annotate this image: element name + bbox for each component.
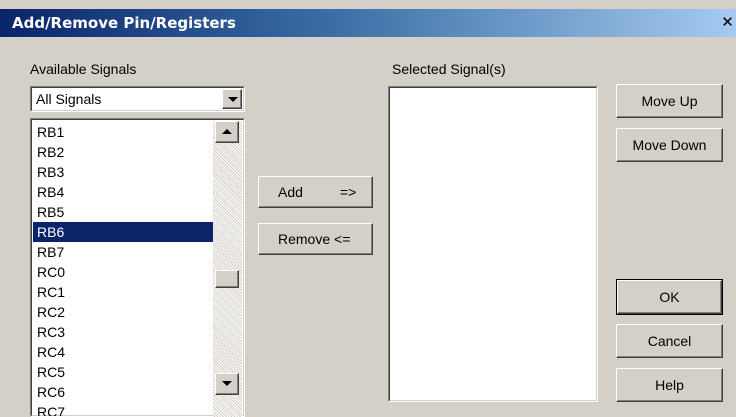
window-title: Add/Remove Pin/Registers: [12, 14, 236, 32]
list-item[interactable]: RC1: [33, 282, 219, 302]
dropdown-button[interactable]: [222, 89, 242, 109]
title-bar[interactable]: Add/Remove Pin/Registers: [0, 9, 736, 37]
cancel-button[interactable]: Cancel: [616, 324, 723, 358]
list-item[interactable]: RB1: [33, 122, 219, 142]
signal-filter-dropdown[interactable]: All Signals: [30, 86, 245, 112]
ok-button[interactable]: OK: [616, 279, 723, 315]
arrow-down-icon: [222, 381, 232, 386]
available-signals-items: RB1 RB2 RB3 RB4 RB5 RB6 RB7 RC0 RC1 RC2 RC3 RC4 RC5 R…: [33, 122, 219, 416]
list-item[interactable]: RC2: [33, 302, 219, 322]
remove-button[interactable]: Remove <=: [258, 223, 373, 255]
list-frame: [389, 87, 597, 401]
chevron-down-icon: [228, 97, 238, 102]
move-up-label: Move Up: [641, 93, 698, 109]
list-item[interactable]: RB7: [33, 242, 219, 262]
list-item[interactable]: RC6: [33, 382, 219, 402]
arrow-up-icon: [222, 129, 232, 134]
scroll-thumb[interactable]: [215, 270, 239, 288]
move-up-button[interactable]: Move Up: [616, 84, 723, 118]
ok-label: OK: [659, 289, 680, 305]
list-item[interactable]: RB6: [33, 222, 219, 242]
selected-signals-label: Selected Signal(s): [392, 61, 506, 77]
close-icon[interactable]: ✕: [719, 11, 736, 33]
signal-filter-value: All Signals: [36, 91, 102, 107]
list-item[interactable]: RB3: [33, 162, 219, 182]
available-signals-scrollbar[interactable]: [213, 121, 242, 417]
list-item[interactable]: RC5: [33, 362, 219, 382]
list-item[interactable]: RC4: [33, 342, 219, 362]
help-button[interactable]: Help: [616, 368, 723, 402]
selected-signals-list[interactable]: [388, 86, 598, 402]
add-arrow: =>: [340, 184, 357, 200]
scroll-up-button[interactable]: [215, 121, 239, 143]
available-signals-label: Available Signals: [30, 61, 137, 77]
list-item[interactable]: RC7: [33, 402, 219, 416]
scroll-down-button[interactable]: [215, 373, 239, 395]
list-item[interactable]: RB5: [33, 202, 219, 222]
remove-button-label: Remove <=: [278, 231, 351, 247]
help-label: Help: [655, 377, 684, 393]
cancel-label: Cancel: [647, 333, 692, 349]
move-down-button[interactable]: Move Down: [616, 128, 723, 162]
add-button-label: Add: [278, 184, 303, 200]
list-item[interactable]: RC3: [33, 322, 219, 342]
move-down-label: Move Down: [632, 137, 707, 153]
list-item[interactable]: RB4: [33, 182, 219, 202]
add-button[interactable]: Add =>: [258, 176, 373, 208]
add-remove-pin-registers-dialog: Add/Remove Pin/Registers ✕ Available Sig…: [0, 0, 736, 417]
list-item[interactable]: RC0: [33, 262, 219, 282]
list-item[interactable]: RB2: [33, 142, 219, 162]
